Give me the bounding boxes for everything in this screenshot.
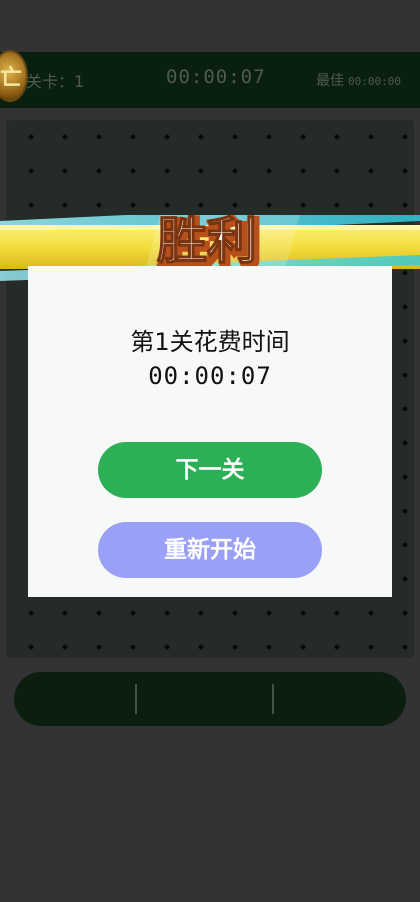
next-level-button[interactable]: 下一关	[98, 442, 322, 498]
victory-title: 胜利	[157, 215, 257, 270]
victory-dialog: 第1关花费时间 00:00:07 下一关 重新开始	[28, 266, 392, 597]
restart-button[interactable]: 重新开始	[98, 522, 322, 578]
time-spent-value: 00:00:07	[148, 362, 272, 390]
time-spent-message: 第1关花费时间	[130, 328, 290, 356]
